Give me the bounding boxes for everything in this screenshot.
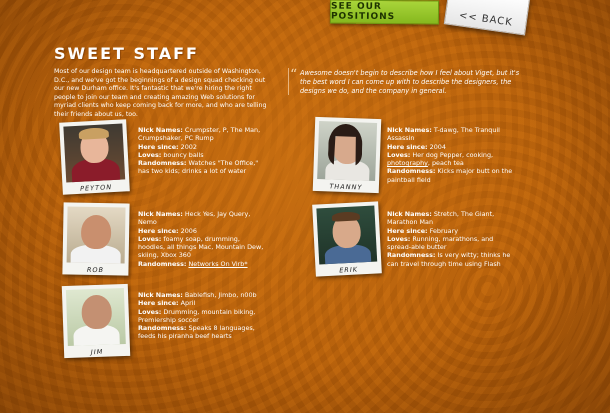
since-value: 2004 xyxy=(429,142,446,151)
nick-label: Nick Names: xyxy=(138,291,183,299)
quote-divider xyxy=(288,68,289,95)
randomness-label: Randomness: xyxy=(138,159,187,168)
randomness-label: Randomness: xyxy=(138,324,187,333)
loves-label: Loves: xyxy=(138,307,162,316)
staff-photo-erik: ERIK xyxy=(312,201,382,277)
staff-info-rob: Nick Names: Heck Yes, Jay Query, Nemo He… xyxy=(138,210,268,268)
networks-on-virb-link[interactable]: Networks On Virb* xyxy=(189,260,248,268)
intro-paragraph: Most of our design team is headquartered… xyxy=(54,68,267,118)
testimonial-quote: Awesome doesn't begin to describe how I … xyxy=(300,69,520,95)
nick-label: Nick Names: xyxy=(138,210,183,218)
randomness-label: Randomness: xyxy=(387,167,436,176)
since-value: April xyxy=(180,299,196,308)
photography-link[interactable]: photography xyxy=(387,159,428,167)
staff-photo-jim: JIM xyxy=(61,283,131,359)
loves-label: Loves: xyxy=(387,150,411,159)
back-tab[interactable]: << BACK xyxy=(443,0,531,36)
staff-photo-peyton: PEYTON xyxy=(59,119,130,195)
staff-info-peyton: Nick Names: Crumpster, P, The Man, Crump… xyxy=(138,126,268,176)
nick-label: Nick Names: xyxy=(138,126,183,134)
staff-name-thanny: THANNY xyxy=(329,182,363,192)
since-value: February xyxy=(429,226,458,235)
since-value: 2002 xyxy=(180,142,197,151)
since-label: Here since: xyxy=(138,142,179,151)
staff-info-jim: Nick Names: Bablefish, Jimbo, n00b Here … xyxy=(138,291,268,341)
since-label: Here since: xyxy=(387,142,428,151)
staff-photo-thanny: THANNY xyxy=(312,116,382,194)
staff-name-peyton: PEYTON xyxy=(79,183,113,193)
staff-info-thanny: Nick Names: T-dawg, The Tranquil Assassi… xyxy=(387,126,517,184)
since-value: 2006 xyxy=(180,226,197,235)
nick-value: Bablefish, Jimbo, n00b xyxy=(184,291,257,299)
loves-label: Loves: xyxy=(138,150,162,159)
page-title: SWEET STAFF xyxy=(54,44,199,63)
staff-name-erik: ERIK xyxy=(339,265,359,275)
staff-name-jim: JIM xyxy=(90,347,104,357)
randomness-label: Randomness: xyxy=(387,251,436,260)
see-our-positions-label: SEE OUR POSITIONS xyxy=(330,1,396,23)
nick-label: Nick Names: xyxy=(387,210,432,218)
nick-label: Nick Names: xyxy=(387,126,432,134)
loves-label: Loves: xyxy=(387,234,411,243)
randomness-label: Randomness: xyxy=(138,259,187,268)
since-label: Here since: xyxy=(138,226,179,235)
quote-mark-icon: “ xyxy=(290,67,298,83)
staff-info-erik: Nick Names: Stretch, The Giant, Marathon… xyxy=(387,210,517,268)
back-label: << BACK xyxy=(458,10,514,29)
staff-name-rob: ROB xyxy=(86,265,105,275)
loves-value: Her dog Pepper, cooking, xyxy=(412,150,494,159)
loves-value: bouncy balls xyxy=(163,150,204,159)
loves-value-end: , peach tea xyxy=(427,159,464,168)
see-our-positions-tab[interactable]: SEE OUR POSITIONS xyxy=(329,0,440,25)
loves-label: Loves: xyxy=(138,234,162,243)
since-label: Here since: xyxy=(387,226,428,235)
since-label: Here since: xyxy=(138,299,179,308)
staff-photo-rob: ROB xyxy=(62,202,130,276)
